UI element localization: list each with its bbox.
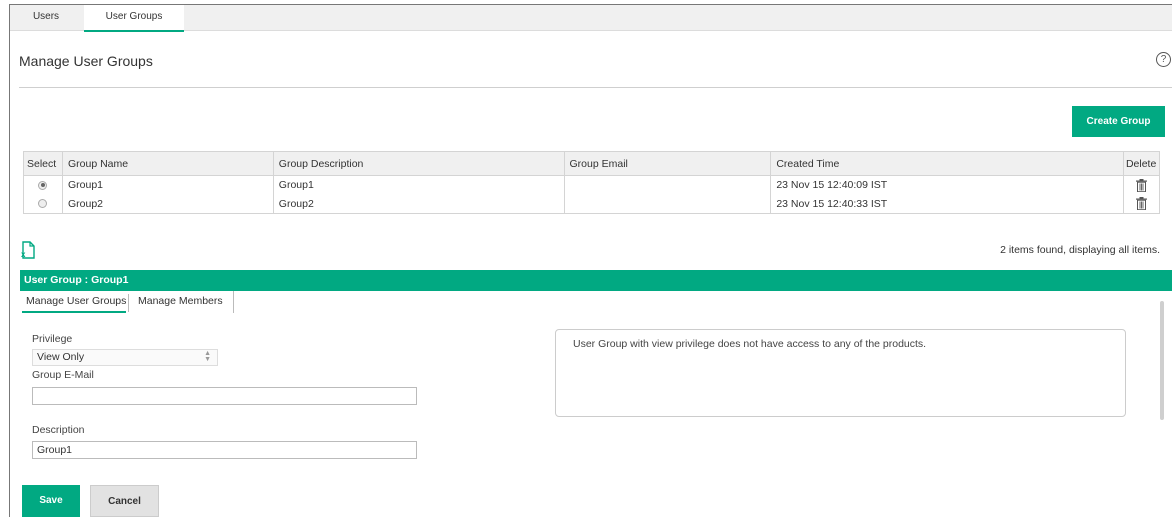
- description-label: Description: [32, 424, 85, 436]
- tab-user-groups[interactable]: User Groups: [84, 5, 184, 32]
- column-header-group-description[interactable]: Group Description: [272, 151, 565, 176]
- table-header-row: Select Group Name Group Description Grou…: [23, 151, 1161, 176]
- column-header-group-name[interactable]: Group Name: [61, 151, 274, 176]
- top-tab-bar: Users User Groups: [10, 5, 1172, 32]
- tab-manage-user-groups[interactable]: Manage User Groups: [22, 291, 126, 313]
- trash-icon[interactable]: [1135, 178, 1147, 192]
- tab-users[interactable]: Users: [10, 5, 82, 31]
- column-header-created-time[interactable]: Created Time: [770, 151, 1124, 176]
- trash-icon[interactable]: [1135, 197, 1147, 211]
- svg-text:x: x: [21, 250, 26, 259]
- privilege-label: Privilege: [32, 333, 73, 345]
- delete-cell[interactable]: [1122, 175, 1161, 195]
- excel-export-icon[interactable]: x: [20, 241, 36, 259]
- tab-divider: [128, 294, 129, 312]
- selected-group-header: User Group : Group1: [20, 270, 1172, 291]
- table-row[interactable]: Group1 Group1 23 Nov 15 12:40:09 IST: [23, 175, 1161, 195]
- group-description-cell: Group2: [272, 194, 565, 214]
- table-row[interactable]: Group2 Group2 23 Nov 15 12:40:33 IST: [23, 194, 1161, 214]
- select-cell[interactable]: [23, 175, 63, 195]
- app-frame: Users User Groups Manage User Groups ? C…: [9, 4, 1172, 517]
- cancel-button[interactable]: Cancel: [90, 485, 159, 517]
- row-radio-selected[interactable]: [38, 180, 48, 190]
- scrollbar[interactable]: [1160, 301, 1164, 420]
- tab-manage-members[interactable]: Manage Members: [134, 291, 234, 313]
- items-found-status: 2 items found, displaying all items.: [1000, 244, 1160, 256]
- created-time-cell: 23 Nov 15 12:40:09 IST: [770, 175, 1124, 195]
- help-circle-icon[interactable]: ?: [1156, 52, 1171, 67]
- column-header-select: Select: [23, 151, 63, 176]
- column-header-group-email[interactable]: Group Email: [563, 151, 772, 176]
- group-email-label: Group E-Mail: [32, 369, 94, 381]
- title-divider: [19, 87, 1172, 88]
- group-name-cell: Group2: [61, 194, 274, 214]
- group-email-cell: [563, 194, 772, 214]
- page-title: Manage User Groups: [19, 53, 153, 69]
- privilege-info-box: User Group with view privilege does not …: [555, 329, 1126, 417]
- group-description-cell: Group1: [272, 175, 565, 195]
- column-header-delete: Delete: [1122, 151, 1161, 176]
- create-group-button[interactable]: Create Group: [1072, 106, 1165, 137]
- row-radio[interactable]: [38, 199, 48, 209]
- select-arrows-icon: ▲ ▼: [204, 350, 211, 363]
- created-time-cell: 23 Nov 15 12:40:33 IST: [770, 194, 1124, 214]
- group-email-field[interactable]: [32, 387, 417, 405]
- save-button[interactable]: Save: [22, 485, 80, 517]
- group-email-cell: [563, 175, 772, 195]
- group-name-cell: Group1: [61, 175, 274, 195]
- description-field[interactable]: Group1: [32, 441, 417, 459]
- delete-cell[interactable]: [1122, 194, 1161, 214]
- privilege-select-value: View Only: [37, 351, 85, 363]
- privilege-select[interactable]: View Only ▲ ▼: [32, 349, 218, 366]
- user-groups-table: Select Group Name Group Description Grou…: [23, 151, 1161, 214]
- select-cell[interactable]: [23, 194, 63, 214]
